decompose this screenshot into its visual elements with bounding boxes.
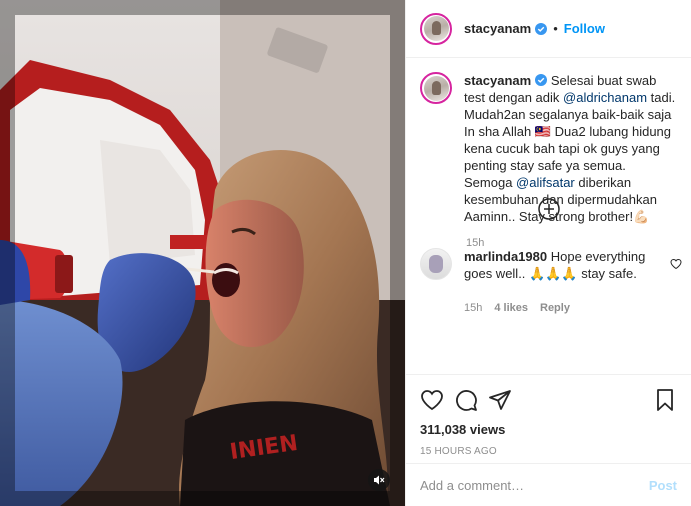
- header-separator: •: [553, 21, 558, 36]
- comment-text: marlinda1980 Hope everything goes well..…: [464, 248, 660, 282]
- mute-toggle-button[interactable]: [368, 469, 390, 491]
- action-icons-bar: [420, 375, 677, 425]
- comment-timestamp[interactable]: 15h: [464, 302, 482, 314]
- add-comment-bar: Post: [406, 463, 691, 506]
- post-video[interactable]: INIEN: [0, 0, 405, 506]
- share-paper-plane-icon[interactable]: [488, 388, 512, 412]
- comment-reply-button[interactable]: Reply: [540, 302, 570, 314]
- post-timestamp[interactable]: 15 HOURS AGO: [420, 446, 677, 457]
- post-comment-button[interactable]: Post: [649, 478, 677, 493]
- plus-circle-icon[interactable]: [538, 198, 560, 220]
- caption-author-avatar[interactable]: [420, 72, 452, 104]
- post-header: stacyanam • Follow: [406, 0, 691, 58]
- comment-input[interactable]: [420, 477, 649, 493]
- view-count[interactable]: 311,038 views: [420, 422, 677, 437]
- caption-text: stacyanam Selesai buat swab test dengan …: [464, 72, 677, 225]
- comment-like-heart-icon[interactable]: [670, 258, 682, 270]
- header-user-block: stacyanam • Follow: [464, 21, 605, 36]
- comment-item: marlinda1980 Hope everything goes well..…: [420, 248, 682, 282]
- caption-verified-badge-icon: [535, 74, 548, 86]
- follow-button[interactable]: Follow: [564, 21, 605, 36]
- commenter-username[interactable]: marlinda1980: [464, 249, 547, 264]
- comment-bubble-icon[interactable]: [454, 388, 478, 412]
- comment-likes-count[interactable]: 4 likes: [494, 302, 528, 314]
- video-frame-illustration: INIEN: [0, 0, 405, 506]
- caption-mention-aldrichanam[interactable]: @aldrichanam: [563, 90, 647, 105]
- caption-username[interactable]: stacyanam: [464, 73, 531, 88]
- instagram-post: INIEN stacyanam • Follow stacyanam Seles…: [0, 0, 691, 506]
- author-avatar-image: [423, 16, 449, 41]
- verified-badge-icon: [535, 22, 548, 35]
- comment-meta: 15h 4 likes Reply: [464, 302, 570, 314]
- author-username[interactable]: stacyanam: [464, 21, 531, 36]
- post-side-panel: stacyanam • Follow stacyanam Selesai bua…: [405, 0, 691, 506]
- speaker-muted-icon: [374, 475, 385, 485]
- caption-mention-alifsatar[interactable]: @alifsatar: [516, 175, 575, 190]
- commenter-avatar[interactable]: [420, 248, 452, 280]
- author-avatar[interactable]: [420, 12, 452, 45]
- save-bookmark-icon[interactable]: [653, 388, 677, 412]
- caption-author-avatar-image: [423, 75, 449, 101]
- like-heart-icon[interactable]: [420, 388, 444, 412]
